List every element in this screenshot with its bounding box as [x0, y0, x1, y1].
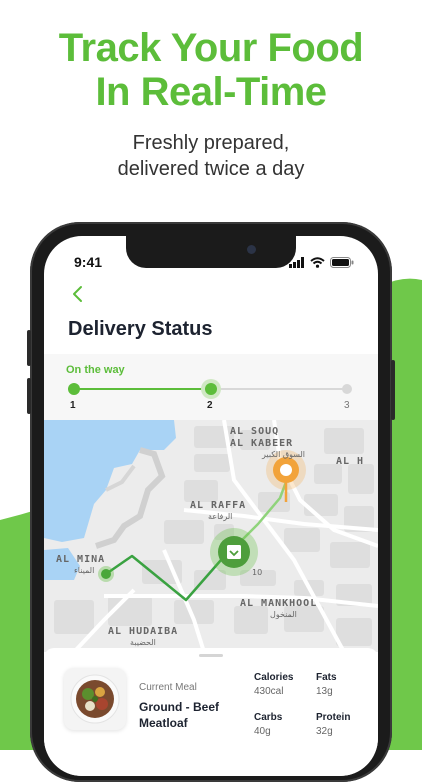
chevron-left-icon[interactable] [68, 284, 88, 304]
headline-line-2: In Real-Time [95, 70, 327, 114]
step-dot-1 [68, 383, 80, 395]
map-label-al-mankhool-ar: المنخول [270, 610, 297, 619]
map-label-al-mina-ar: الميناء [74, 566, 95, 575]
map-label-al-raffa: AL RAFFA [190, 500, 247, 511]
nutrition-value-calories: 430cal [254, 686, 284, 697]
phone-side-button [27, 330, 31, 366]
nutrition-label-calories: Calories [254, 672, 294, 683]
meal-caption: Current Meal [139, 682, 197, 693]
step-dot-3 [342, 384, 352, 394]
wifi-icon [310, 256, 325, 268]
map-label-al-mankhool: AL MANKHOOL [240, 598, 318, 609]
delivery-progress: On the way 1 2 3 [44, 354, 378, 420]
nutrition-value-fats: 13g [316, 686, 333, 697]
phone-power-button [391, 360, 395, 420]
promo-subline: Freshly prepared, delivered twice a day [0, 130, 422, 182]
nutrition-label-fats: Fats [316, 672, 337, 683]
meal-name: Ground - Beef Meatloaf [139, 699, 234, 731]
map-label-al-h: AL H [336, 456, 365, 467]
step-number-1: 1 [70, 400, 76, 411]
signal-icon [289, 256, 304, 268]
map-graphic [44, 420, 378, 652]
headline-line-1: Track Your Food [58, 26, 364, 70]
phone-notch [126, 236, 296, 268]
meal-bowl-icon [70, 674, 120, 724]
meal-image [64, 668, 126, 730]
status-icons [289, 256, 354, 268]
progress-track-fill [74, 388, 211, 390]
nutrition-value-protein: 32g [316, 726, 333, 737]
step-number-3: 3 [344, 400, 350, 411]
map-label-al-hudaiba: AL HUDAIBA [108, 626, 179, 637]
page-title: Delivery Status [68, 318, 213, 340]
map-label-al-kabeer-ar: السوق الكبير [262, 450, 305, 459]
status-time: 9:41 [74, 254, 103, 270]
promo-headline: Track Your Food In Real-Time [0, 26, 422, 114]
map-label-al-raffa-ar: الرفاعة [208, 512, 233, 521]
meal-sheet[interactable]: Current Meal Ground - Beef Meatloaf Calo… [44, 648, 378, 776]
meal-name-line-1: Ground - Beef [139, 700, 219, 714]
subline-line-1: Freshly prepared, [132, 132, 290, 154]
meal-name-line-2: Meatloaf [139, 716, 188, 730]
nutrition-label-protein: Protein [316, 712, 351, 723]
delivery-map[interactable]: AL SOUQ AL KABEER السوق الكبير AL H AL R… [44, 420, 378, 652]
map-label-al-souq: AL SOUQ [230, 426, 280, 437]
nutrition-label-carbs: Carbs [254, 712, 283, 723]
map-label-al-mina: AL MINA [56, 554, 106, 565]
map-label-al-kabeer: AL KABEER [230, 438, 294, 449]
step-dot-2 [205, 383, 217, 395]
phone-side-button [27, 378, 31, 414]
sheet-drag-handle[interactable] [199, 654, 223, 657]
map-road-label: 10 [252, 568, 263, 577]
camera-icon [247, 245, 256, 254]
step-number-2: 2 [207, 400, 213, 411]
subline-line-2: delivered twice a day [117, 158, 305, 180]
battery-icon [330, 256, 354, 268]
stage-label: On the way [66, 364, 125, 376]
nutrition-value-carbs: 40g [254, 726, 271, 737]
map-label-al-hudaiba-ar: الحضيبة [130, 638, 156, 647]
app-screen: 9:41 Delivery Status On the way 1 2 3 AL… [44, 236, 378, 776]
